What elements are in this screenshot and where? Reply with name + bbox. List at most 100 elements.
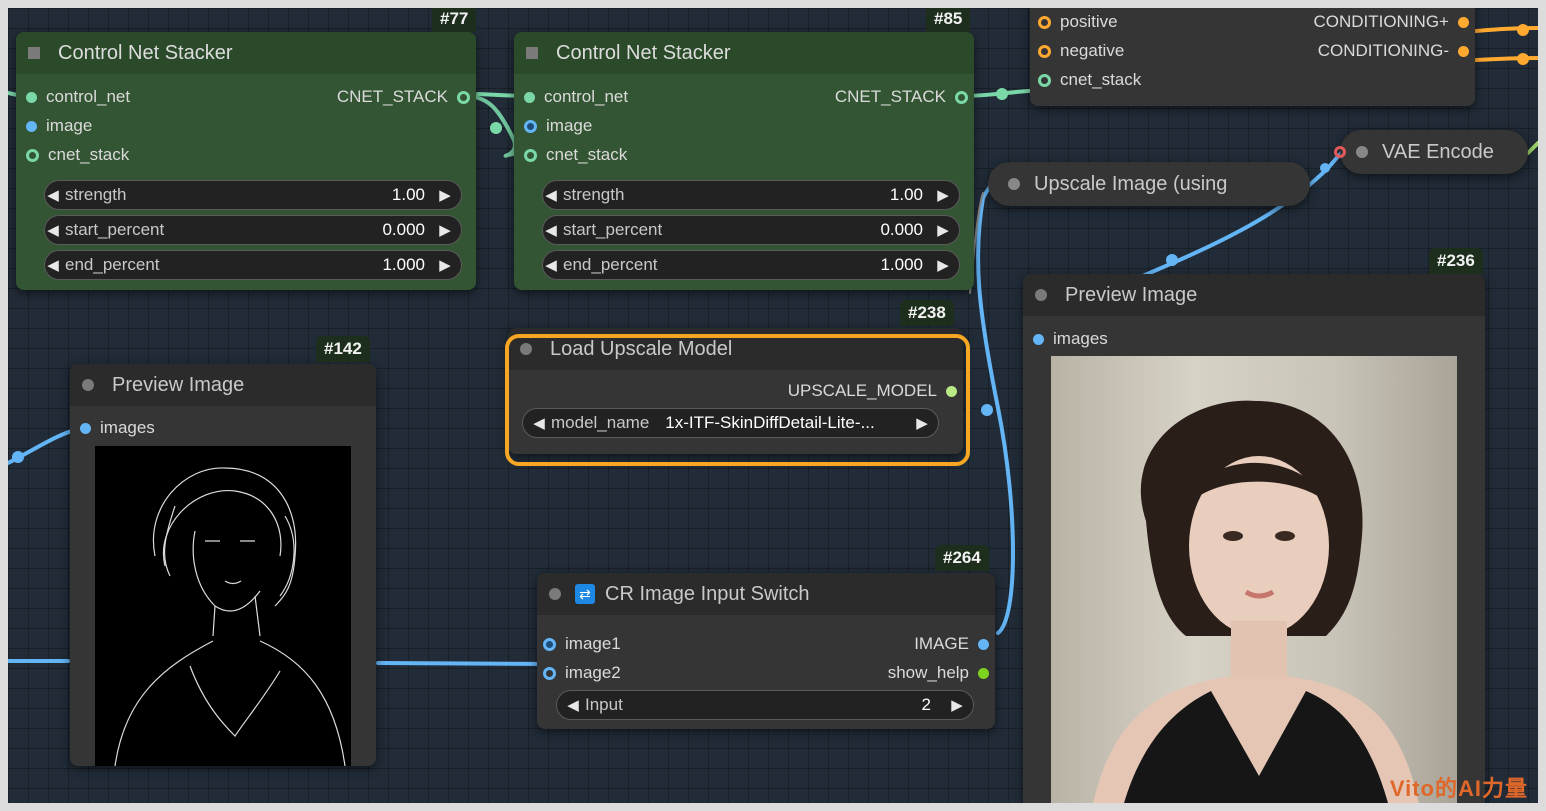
arrow-right-icon[interactable]: ▶: [935, 221, 951, 239]
preview-image-142[interactable]: #142 Preview Image images: [70, 336, 376, 767]
socket-ring-icon[interactable]: [955, 90, 968, 104]
socket-dot-icon[interactable]: [978, 638, 989, 650]
node-title[interactable]: Preview Image: [1023, 274, 1485, 316]
arrow-left-icon[interactable]: ◀: [531, 414, 547, 432]
arrow-right-icon[interactable]: ▶: [437, 221, 453, 239]
collapse-toggle-icon[interactable]: [1008, 178, 1020, 190]
node-title-label: Preview Image: [112, 373, 245, 396]
widget-start-percent[interactable]: ◀ start_percent 0.000 ▶: [44, 215, 462, 245]
collapse-toggle-icon[interactable]: [1356, 146, 1368, 158]
socket-dot-icon[interactable]: [1458, 16, 1469, 28]
collapse-toggle-icon[interactable]: [526, 47, 538, 59]
input-images[interactable]: images: [80, 416, 155, 440]
collapse-toggle-icon[interactable]: [1035, 289, 1047, 301]
canny-edge-image: [95, 446, 351, 767]
watermark: Vito的AI力量: [1389, 776, 1528, 801]
vae-encode-node[interactable]: VAE Encode: [1340, 130, 1528, 174]
node-title[interactable]: Load Upscale Model: [508, 328, 963, 370]
widget-end-percent[interactable]: ◀ end_percent 1.000 ▶: [542, 250, 960, 280]
output-cnet-stack[interactable]: CNET_STACK: [835, 85, 968, 109]
arrow-right-icon[interactable]: ▶: [935, 256, 951, 274]
widget-end-percent[interactable]: ◀ end_percent 1.000 ▶: [44, 250, 462, 280]
widget-strength[interactable]: ◀ strength 1.00 ▶: [542, 180, 960, 210]
arrow-right-icon[interactable]: ▶: [437, 186, 453, 204]
input-cnet-stack[interactable]: cnet_stack: [26, 143, 129, 167]
preview-image-236[interactable]: #236 Preview Image images: [1023, 248, 1485, 803]
node-title[interactable]: ⇄ CR Image Input Switch: [537, 573, 995, 615]
socket-dot-icon[interactable]: [80, 422, 91, 434]
arrow-left-icon[interactable]: ◀: [543, 186, 559, 204]
arrow-right-icon[interactable]: ▶: [914, 414, 930, 432]
socket-ring-icon[interactable]: [543, 637, 556, 651]
output-cnet-stack[interactable]: CNET_STACK: [337, 85, 470, 109]
input-cnet-stack[interactable]: cnet_stack: [1038, 68, 1141, 92]
collapse-toggle-icon[interactable]: [28, 47, 40, 59]
arrow-left-icon[interactable]: ◀: [45, 221, 61, 239]
input-image2[interactable]: image2: [543, 661, 621, 685]
arrow-left-icon[interactable]: ◀: [543, 256, 559, 274]
workflow-canvas[interactable]: #77 Control Net Stacker control_net imag…: [8, 8, 1538, 803]
arrow-left-icon[interactable]: ◀: [45, 186, 61, 204]
arrow-left-icon[interactable]: ◀: [565, 696, 581, 714]
socket-ring-icon[interactable]: [1038, 44, 1051, 58]
node-title[interactable]: Preview Image: [70, 364, 376, 406]
arrow-left-icon[interactable]: ◀: [45, 256, 61, 274]
socket-dot-icon[interactable]: [26, 91, 37, 103]
node-id-badge: #264: [935, 545, 989, 571]
socket-dot-icon[interactable]: [1033, 333, 1044, 345]
node-title[interactable]: Control Net Stacker: [514, 32, 974, 74]
input-images[interactable]: images: [1033, 327, 1108, 351]
socket-dot-icon[interactable]: [524, 91, 535, 103]
socket-dot-icon[interactable]: [946, 385, 957, 397]
socket-ring-icon[interactable]: [1334, 146, 1346, 158]
input-control-net[interactable]: control_net: [26, 85, 130, 109]
widget-input[interactable]: ◀ Input 2 ▶: [556, 690, 974, 720]
collapse-toggle-icon[interactable]: [520, 343, 532, 355]
wire-vae-out: [1526, 141, 1538, 155]
arrow-right-icon[interactable]: ▶: [935, 186, 951, 204]
input-image[interactable]: image: [524, 114, 592, 138]
socket-dot-icon[interactable]: [26, 120, 37, 132]
output-upscale-model[interactable]: UPSCALE_MODEL: [788, 379, 957, 403]
arrow-left-icon[interactable]: ◀: [543, 221, 559, 239]
socket-ring-icon[interactable]: [1038, 73, 1051, 87]
socket-ring-icon[interactable]: [543, 666, 556, 680]
preview-photo-image: [1051, 356, 1457, 803]
input-cnet-stack[interactable]: cnet_stack: [524, 143, 627, 167]
arrow-right-icon[interactable]: ▶: [949, 696, 965, 714]
load-upscale-model-238[interactable]: #238 Load Upscale Model UPSCALE_MODEL ◀ m…: [508, 300, 963, 454]
node-id-badge: #238: [900, 300, 954, 326]
control-net-stacker-77[interactable]: #77 Control Net Stacker control_net imag…: [16, 8, 477, 290]
control-net-stacker-85[interactable]: #85 Control Net Stacker control_net imag…: [514, 8, 974, 290]
node-title-label: Upscale Image (using: [1034, 172, 1228, 195]
socket-dot-icon[interactable]: [978, 667, 989, 679]
socket-ring-icon[interactable]: [1038, 15, 1051, 29]
apply-controlnet-node[interactable]: positive negative cnet_stack CONDITIONIN…: [1030, 8, 1475, 106]
upscale-image-node[interactable]: Upscale Image (using: [988, 162, 1310, 206]
output-image[interactable]: IMAGE: [914, 632, 989, 656]
socket-ring-icon[interactable]: [26, 148, 39, 162]
arrow-right-icon[interactable]: ▶: [437, 256, 453, 274]
input-negative[interactable]: negative: [1038, 39, 1124, 63]
input-control-net[interactable]: control_net: [524, 85, 628, 109]
socket-ring-icon[interactable]: [457, 90, 470, 104]
input-image1[interactable]: image1: [543, 632, 621, 656]
collapse-toggle-icon[interactable]: [82, 379, 94, 391]
collapse-toggle-icon[interactable]: [549, 588, 561, 600]
node-title[interactable]: Control Net Stacker: [16, 32, 476, 74]
socket-ring-icon[interactable]: [524, 148, 537, 162]
output-conditioning-minus[interactable]: CONDITIONING-: [1318, 39, 1469, 63]
output-show-help[interactable]: show_help: [888, 661, 989, 685]
node-title-label: CR Image Input Switch: [605, 582, 810, 605]
widget-start-percent[interactable]: ◀ start_percent 0.000 ▶: [542, 215, 960, 245]
socket-dot-icon[interactable]: [1458, 45, 1469, 57]
widget-strength[interactable]: ◀ strength 1.00 ▶: [44, 180, 462, 210]
input-positive[interactable]: positive: [1038, 10, 1118, 34]
node-title-label: Load Upscale Model: [550, 337, 733, 360]
widget-model-name[interactable]: ◀ model_name 1x-ITF-SkinDiffDetail-Lite-..…: [522, 408, 939, 438]
socket-ring-icon[interactable]: [524, 119, 537, 133]
cr-image-input-switch-264[interactable]: #264 ⇄ CR Image Input Switch image1 imag…: [537, 545, 995, 729]
output-conditioning-plus[interactable]: CONDITIONING+: [1313, 10, 1469, 34]
input-image[interactable]: image: [26, 114, 92, 138]
node-id-badge: #236: [1429, 248, 1483, 274]
